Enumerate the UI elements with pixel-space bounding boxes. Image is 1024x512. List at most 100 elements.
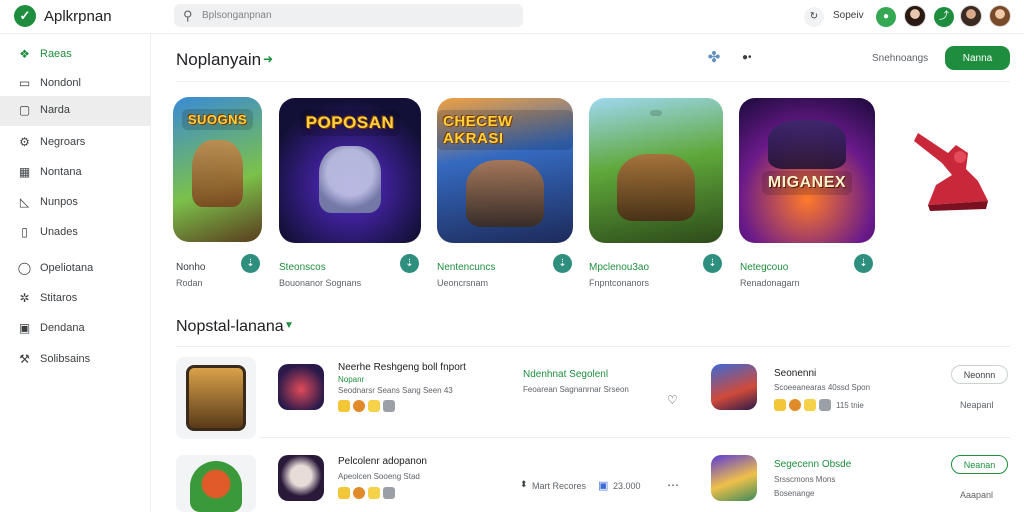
download-icon[interactable]: ⇣: [241, 254, 260, 273]
avatar[interactable]: [904, 5, 926, 27]
primary-button[interactable]: Nanna: [945, 46, 1010, 70]
featured-tile-1[interactable]: SUOGNS: [173, 97, 262, 242]
sidebar-item-label: Stitaros: [40, 292, 78, 304]
section-title: Nopstal-lanana: [176, 318, 284, 335]
more-horizontal-icon[interactable]: ⋯: [667, 478, 679, 492]
character-art: [318, 146, 382, 213]
badges: [338, 400, 395, 412]
gear-icon: ⚙: [19, 135, 30, 149]
sidebar-item-solibsains[interactable]: ⚒ Solibsains: [0, 345, 150, 375]
medal-icon: [353, 400, 365, 412]
sidebar: ❖ Raeas ▭ Nondonl ▢ Narda ⚙ Negroars ▦ N…: [0, 34, 151, 512]
sidebar-item-opeliotana[interactable]: ◯ Opeliotana: [0, 254, 150, 284]
tile-art: CHECEW AKRASI: [437, 98, 573, 243]
get-button[interactable]: Neonnn: [951, 365, 1008, 384]
download-icon[interactable]: ⇣: [854, 254, 873, 273]
card-sub: Seodnarsr Seans Sang Seen 43: [338, 386, 453, 395]
coin-icon: [774, 399, 786, 411]
download-icon[interactable]: ⇣: [400, 254, 419, 273]
get-button[interactable]: Neanan: [951, 455, 1008, 474]
download-icon[interactable]: ⇣: [703, 254, 722, 273]
card-sub: Feoarean Sagnanrnar Srseon: [523, 385, 629, 394]
chevron-down-icon[interactable]: ▼: [284, 320, 294, 331]
sidebar-item-narda[interactable]: ▢ Narda: [0, 96, 150, 126]
app-icon[interactable]: [278, 455, 324, 501]
list-thumbnail[interactable]: [176, 357, 256, 439]
link-icon[interactable]: ⤴: [934, 7, 954, 27]
card-title[interactable]: Pelcolenr adopanon: [338, 456, 427, 467]
badges: [774, 399, 831, 411]
tile-art-text: MIGANEX: [761, 171, 853, 196]
app-icon[interactable]: [711, 364, 757, 410]
puzzle-icon[interactable]: ✤: [703, 48, 725, 68]
character-art: [767, 120, 847, 170]
star-icon: [368, 487, 380, 499]
sidebar-item-label: Raeas: [40, 48, 72, 60]
notifications-icon[interactable]: ↻: [804, 7, 824, 27]
divider: [176, 81, 1010, 82]
tile-sub: Renadonagarn: [740, 278, 800, 288]
sidebar-item-label: Negroars: [40, 136, 86, 148]
avatar[interactable]: [960, 5, 982, 27]
sidebar-item-label: Nunpos: [40, 196, 78, 208]
search-bar[interactable]: ⚲: [174, 4, 523, 27]
arrow-right-icon[interactable]: ➜: [263, 52, 273, 66]
folder-icon: ▣: [18, 321, 31, 335]
sidebar-item-dendana[interactable]: ▣ Dendana: [0, 314, 150, 344]
stat-value: 23.000: [613, 481, 641, 491]
download-icon[interactable]: ⇣: [553, 254, 572, 273]
sidebar-item-nunpos[interactable]: ◺ Nunpos: [0, 188, 150, 218]
sidebar-item-raeas[interactable]: ❖ Raeas: [0, 40, 150, 70]
app-icon[interactable]: [278, 364, 324, 410]
sidebar-item-unades[interactable]: ▯ Unades: [0, 218, 150, 248]
featured-tile-4[interactable]: [589, 98, 723, 243]
list-thumbnail[interactable]: [176, 455, 256, 512]
sidebar-item-stitaros[interactable]: ✲ Stitaros: [0, 284, 150, 314]
medal-icon: [353, 487, 365, 499]
chart-icon: ◺: [19, 195, 30, 209]
card-title[interactable]: Ndenhnat Segolenl: [523, 369, 608, 380]
tile-sub: Rodan: [176, 278, 203, 288]
sidebar-item-label: Dendana: [40, 322, 85, 334]
sidebar-item-label: Opeliotana: [40, 262, 94, 274]
character-art: [186, 365, 246, 431]
tile-art: POPOSAN: [279, 98, 421, 243]
avatar[interactable]: [989, 5, 1011, 27]
tile-art: [589, 98, 723, 243]
more-icon[interactable]: ●•: [742, 52, 752, 63]
square-icon: ▢: [18, 103, 31, 117]
search-input[interactable]: [202, 7, 502, 24]
header-link[interactable]: Snehnoangs: [872, 53, 928, 64]
tile-name: Nentencuncs: [437, 262, 496, 273]
card-title[interactable]: Segecenn Obsde: [774, 459, 851, 470]
sidebar-item-nondonl[interactable]: ▭ Nondonl: [0, 69, 150, 99]
top-bar: ✓ Aplkrpnan ⚲ ↻ Sopeiv ● ⤴: [0, 0, 1024, 34]
featured-tile-2[interactable]: POPOSAN: [279, 98, 421, 243]
card-title[interactable]: Neerhe Reshgeng boll fnport: [338, 362, 466, 373]
sidebar-item-negroars[interactable]: ⚙ Negroars: [0, 128, 150, 158]
circle-icon: ◯: [17, 261, 32, 275]
stat-label: Mart Recores: [532, 481, 587, 491]
coin-icon: [338, 400, 350, 412]
box-icon: ▭: [18, 76, 31, 90]
tile-art-text: [650, 110, 662, 116]
file-icon: ▯: [21, 225, 28, 239]
star-icon: [804, 399, 816, 411]
status-icon[interactable]: ●: [876, 7, 896, 27]
tile-sub: Bouonanor Sognans: [279, 278, 362, 288]
sidebar-item-label: Solibsains: [40, 353, 91, 365]
app-logo-icon[interactable]: ✓: [14, 5, 36, 27]
app-title: Aplkrpnan: [44, 8, 112, 25]
card-title[interactable]: Seonenni: [774, 368, 816, 379]
featured-tile-5[interactable]: MIGANEX: [739, 98, 875, 243]
tile-sub: Fnpntconanors: [589, 278, 650, 288]
tile-name: Netegcouo: [740, 262, 789, 273]
gear-icon: [383, 400, 395, 412]
heart-icon[interactable]: ♡: [667, 393, 678, 407]
featured-tile-3[interactable]: CHECEW AKRASI: [437, 98, 573, 243]
card-sub: Nopanr: [338, 375, 365, 384]
app-icon[interactable]: [711, 455, 757, 501]
pin-icon: ⬍: [520, 479, 528, 489]
sidebar-item-nontana[interactable]: ▦ Nontana: [0, 158, 150, 188]
tile-art: SUOGNS: [173, 97, 262, 242]
